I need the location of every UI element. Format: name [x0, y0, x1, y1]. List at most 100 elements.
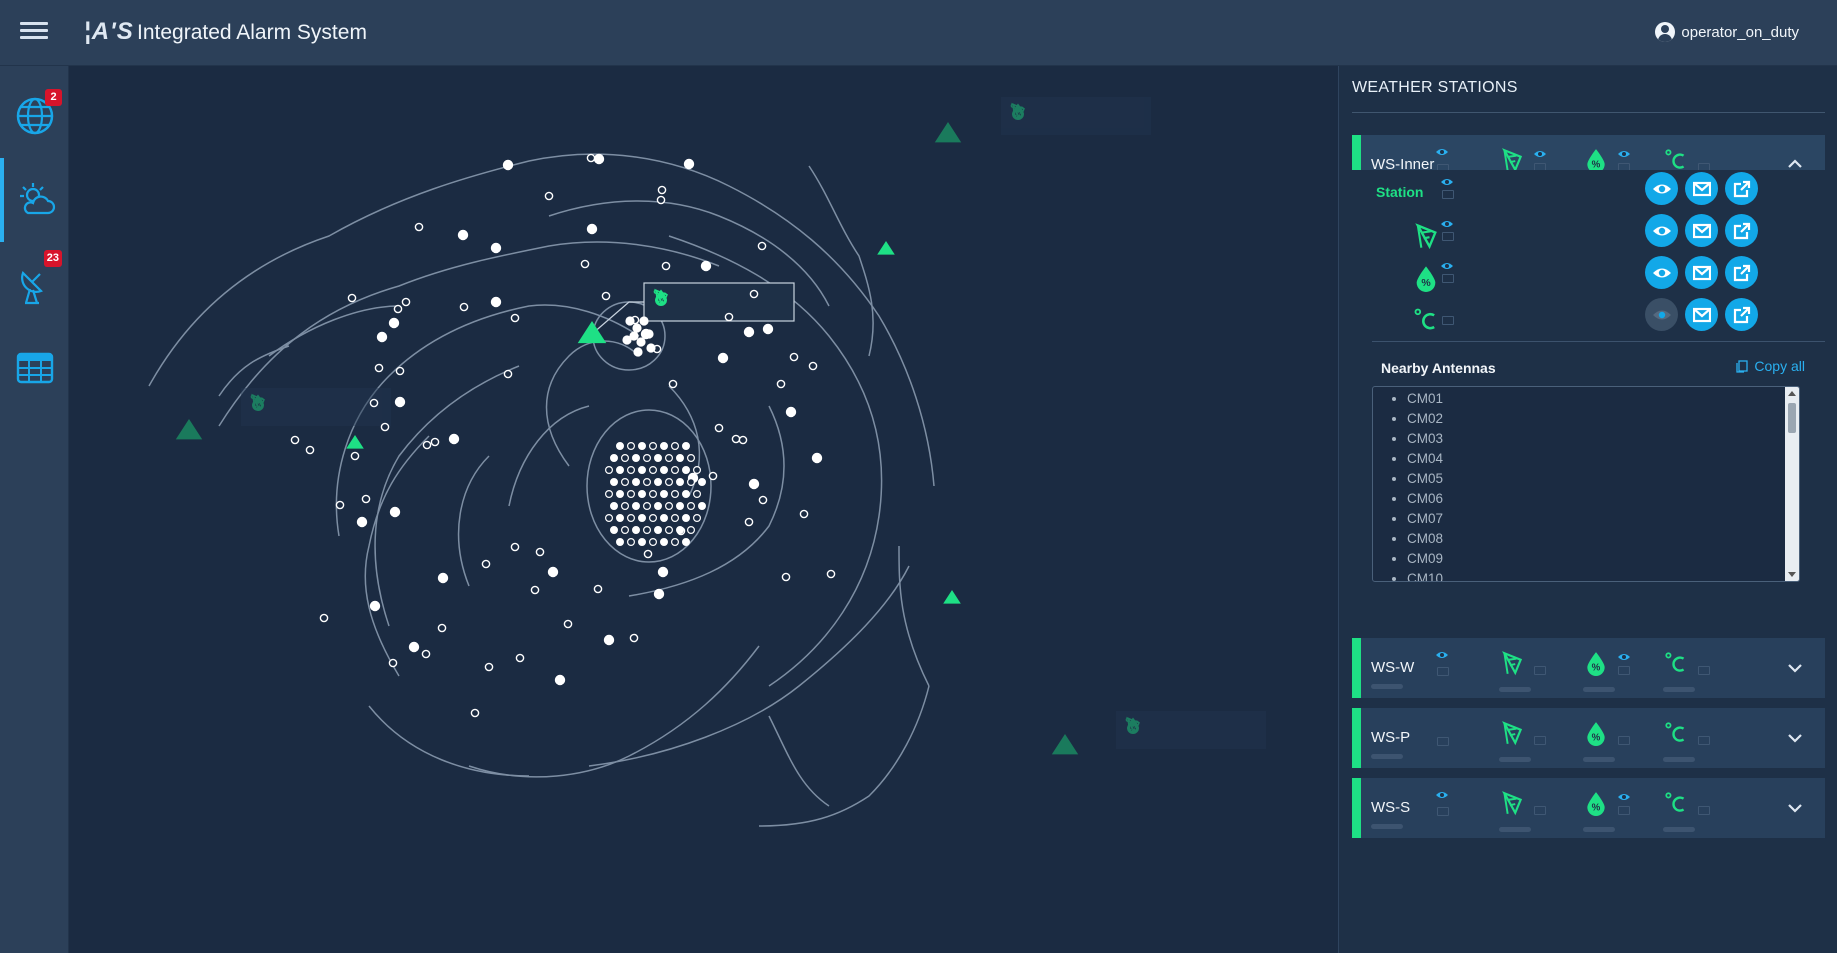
- temperature-icon[interactable]: [1657, 718, 1695, 762]
- antenna-pad[interactable]: [664, 526, 673, 535]
- antenna-pad[interactable]: [380, 422, 390, 432]
- antenna-pad[interactable]: [683, 158, 695, 170]
- antenna-pad[interactable]: [653, 478, 662, 487]
- eye-icon[interactable]: [1435, 717, 1449, 727]
- antenna-pad[interactable]: [681, 466, 690, 475]
- antenna-pad[interactable]: [481, 559, 491, 569]
- antenna-pad[interactable]: [609, 502, 618, 511]
- antenna-pad[interactable]: [686, 526, 695, 535]
- antenna-pad[interactable]: [554, 674, 566, 686]
- antenna-pad[interactable]: [408, 641, 420, 653]
- antenna-pad[interactable]: [675, 502, 684, 511]
- antenna-pad[interactable]: [626, 442, 635, 451]
- antenna-pad[interactable]: [808, 361, 818, 371]
- antenna-pad[interactable]: [580, 259, 590, 269]
- antenna-pad[interactable]: [670, 442, 679, 451]
- antenna-pad[interactable]: [586, 223, 598, 235]
- antenna-pad[interactable]: [631, 454, 640, 463]
- antenna-pad[interactable]: [347, 293, 357, 303]
- antenna-pad[interactable]: [510, 313, 520, 323]
- antenna-pad[interactable]: [388, 658, 398, 668]
- mail-icon[interactable]: [1685, 214, 1718, 247]
- antenna-pad[interactable]: [376, 331, 388, 343]
- antenna-pad[interactable]: [789, 352, 799, 362]
- eye-icon[interactable]: [1617, 649, 1631, 660]
- eye-icon[interactable]: [1697, 789, 1711, 799]
- map-station-popup[interactable]: %: [241, 388, 391, 426]
- antenna-pad[interactable]: [609, 478, 618, 487]
- antenna-pad[interactable]: [659, 442, 668, 451]
- antenna-pad[interactable]: [620, 526, 629, 535]
- antenna-pad[interactable]: [681, 442, 690, 451]
- antenna-pad[interactable]: [421, 649, 431, 659]
- antenna-pad[interactable]: [646, 343, 656, 353]
- station-card-ws-s[interactable]: WS-S %: [1352, 778, 1825, 838]
- antenna-pad[interactable]: [744, 517, 754, 527]
- antenna-map[interactable]: % % % %: [69, 66, 1338, 953]
- antenna-pad[interactable]: [670, 490, 679, 499]
- eye-icon[interactable]: [1697, 146, 1711, 156]
- antenna-pad[interactable]: [620, 454, 629, 463]
- antenna-pad[interactable]: [653, 454, 662, 463]
- antenna-pad[interactable]: [811, 452, 823, 464]
- antenna-pad[interactable]: [290, 435, 300, 445]
- antenna-pad[interactable]: [648, 514, 657, 523]
- eye-icon[interactable]: [1440, 174, 1454, 185]
- eye-icon[interactable]: [1645, 214, 1678, 247]
- map-station-popup[interactable]: %: [643, 282, 795, 322]
- antenna-pad[interactable]: [637, 538, 646, 547]
- weather-station-marker[interactable]: [943, 590, 961, 604]
- antenna-pad[interactable]: [637, 466, 646, 475]
- antenna-pad[interactable]: [615, 442, 624, 451]
- copy-all-button[interactable]: Copy all: [1736, 358, 1805, 374]
- antenna-pad[interactable]: [593, 584, 603, 594]
- eye-icon[interactable]: [1533, 649, 1547, 659]
- antenna-pad[interactable]: [394, 396, 406, 408]
- antenna-pad[interactable]: [633, 347, 643, 357]
- antenna-pad[interactable]: [335, 500, 345, 510]
- antenna-pad[interactable]: [738, 435, 748, 445]
- antenna-pad[interactable]: [615, 538, 624, 547]
- antenna-pad[interactable]: [604, 490, 613, 499]
- mail-icon[interactable]: [1685, 298, 1718, 331]
- antenna-pad[interactable]: [639, 316, 649, 326]
- antenna-pad[interactable]: [697, 502, 706, 511]
- antenna-pad[interactable]: [631, 502, 640, 511]
- antenna-pad[interactable]: [490, 242, 502, 254]
- eye-icon[interactable]: [1533, 719, 1547, 729]
- antenna-pad[interactable]: [604, 514, 613, 523]
- antenna-pad[interactable]: [615, 490, 624, 499]
- antenna-pad[interactable]: [731, 434, 741, 444]
- antenna-pad[interactable]: [642, 526, 651, 535]
- antenna-pad[interactable]: [670, 466, 679, 475]
- antenna-pad[interactable]: [544, 191, 554, 201]
- antenna-pad[interactable]: [700, 260, 712, 272]
- eye-icon[interactable]: [1697, 719, 1711, 729]
- antenna-pad[interactable]: [692, 490, 701, 499]
- humidity-icon[interactable]: %: [1577, 788, 1615, 832]
- antenna-pad[interactable]: [785, 406, 797, 418]
- eye-icon[interactable]: [1533, 789, 1547, 799]
- eye-icon[interactable]: [1645, 256, 1678, 289]
- antenna-pad[interactable]: [601, 291, 611, 301]
- chevron-down-icon[interactable]: [1785, 797, 1805, 817]
- eye-icon[interactable]: [1645, 298, 1678, 331]
- antenna-pad[interactable]: [781, 572, 791, 582]
- antenna-pad[interactable]: [642, 502, 651, 511]
- antenna-pad[interactable]: [636, 337, 646, 347]
- antenna-pad[interactable]: [648, 442, 657, 451]
- antenna-pad[interactable]: [631, 526, 640, 535]
- eye-icon[interactable]: [1617, 146, 1631, 157]
- antenna-pad[interactable]: [648, 538, 657, 547]
- eye-icon[interactable]: [1435, 144, 1449, 155]
- antenna-pad[interactable]: [305, 445, 315, 455]
- antenna-pad[interactable]: [656, 195, 666, 205]
- antenna-pad[interactable]: [724, 312, 734, 322]
- antenna-pad[interactable]: [620, 502, 629, 511]
- open-external-icon[interactable]: [1725, 172, 1758, 205]
- nav-item-weather[interactable]: [0, 158, 69, 242]
- eye-icon[interactable]: [1617, 719, 1631, 729]
- antenna-pad[interactable]: [530, 585, 540, 595]
- eye-icon[interactable]: [1697, 649, 1711, 659]
- antenna-pad[interactable]: [664, 502, 673, 511]
